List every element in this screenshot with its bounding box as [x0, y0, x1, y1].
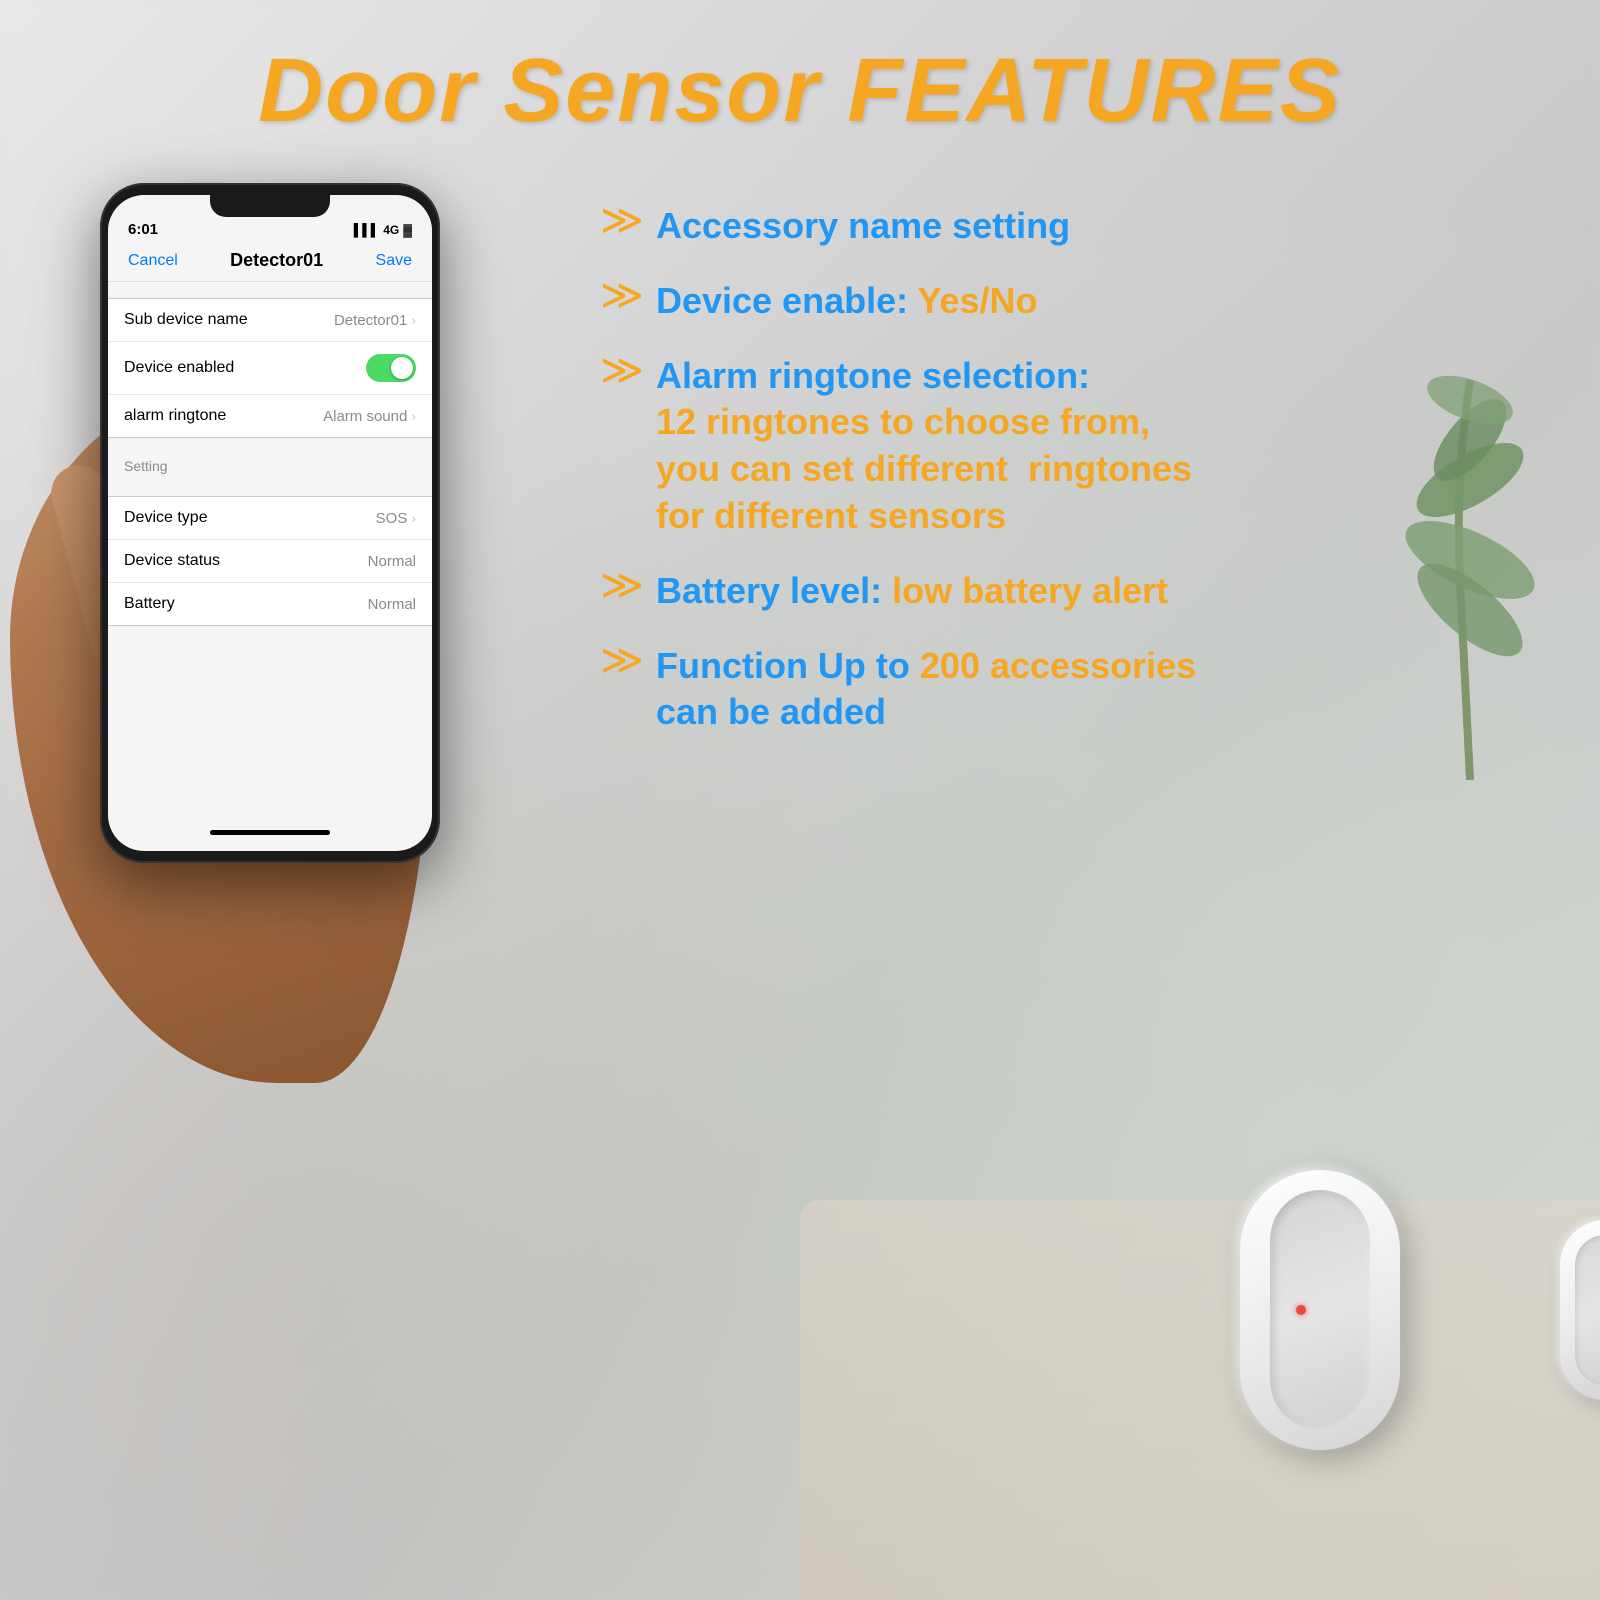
screen-title: Detector01 — [230, 250, 323, 271]
feature-text-5: Function Up to 200 accessoriescan be add… — [656, 643, 1196, 737]
content-area: 6:01 ▌▌▌ 4G ▓ Cancel Detector01 Save — [0, 163, 1600, 1103]
settings-list: Sub device name Detector01 › Device enab… — [108, 298, 432, 626]
alarm-ringtone-row[interactable]: alarm ringtone Alarm sound › — [108, 395, 432, 437]
battery-label: Battery — [124, 595, 175, 613]
feature-item-1: ≫ Accessory name setting — [600, 203, 1560, 250]
alarm-ringtone-value: Alarm sound › — [323, 408, 416, 425]
alarm-ringtone-label: alarm ringtone — [124, 407, 226, 425]
sub-device-name-label: Sub device name — [124, 311, 248, 329]
phone-section: 6:01 ▌▌▌ 4G ▓ Cancel Detector01 Save — [40, 183, 560, 1083]
sensor-section: ‹ — [1240, 1170, 1540, 1520]
feature-arrow-2: ≫ — [600, 274, 644, 316]
signal-bars-icon: ▌▌▌ — [354, 223, 380, 237]
sensor-main-body — [1240, 1170, 1400, 1450]
feature-item-3: ≫ Alarm ringtone selection: 12 ringtones… — [600, 353, 1560, 540]
feature-item-5: ≫ Function Up to 200 accessoriescan be a… — [600, 643, 1560, 737]
feature-arrow-5: ≫ — [600, 639, 644, 681]
setting-section-label: Setting — [108, 438, 432, 480]
feature-arrow-4: ≫ — [600, 564, 644, 606]
feature-item-2: ≫ Device enable: Yes/No — [600, 278, 1560, 325]
device-status-value: Normal — [368, 553, 416, 570]
feature-text-4: Battery level: low battery alert — [656, 568, 1168, 615]
phone-device: 6:01 ▌▌▌ 4G ▓ Cancel Detector01 Save — [100, 183, 440, 863]
device-enabled-label: Device enabled — [124, 359, 234, 377]
hand-phone-container: 6:01 ▌▌▌ 4G ▓ Cancel Detector01 Save — [40, 183, 560, 1083]
network-type: 4G — [383, 223, 399, 237]
home-indicator — [210, 830, 330, 835]
device-status-label: Device status — [124, 552, 220, 570]
phone-notch — [210, 195, 330, 217]
feature-text-2: Device enable: Yes/No — [656, 278, 1038, 325]
sensor-small-inner — [1575, 1235, 1600, 1385]
chevron-right-icon-2: › — [411, 408, 416, 424]
feature-text-1: Accessory name setting — [656, 203, 1070, 250]
save-button[interactable]: Save — [376, 252, 412, 270]
device-type-value: SOS › — [376, 510, 416, 527]
cancel-button[interactable]: Cancel — [128, 252, 178, 270]
settings-group-2: Device type SOS › Device status Normal B — [108, 496, 432, 626]
sensor-groove — [1270, 1190, 1370, 1430]
battery-icon: ▓ — [403, 223, 412, 237]
toggle-thumb — [391, 357, 413, 379]
nav-bar: Cancel Detector01 Save — [108, 240, 432, 282]
feature-text-3: Alarm ringtone selection: 12 ringtones t… — [656, 353, 1192, 540]
sensor-led — [1296, 1305, 1306, 1315]
feature-arrow-1: ≫ — [600, 199, 644, 241]
device-enabled-row[interactable]: Device enabled — [108, 342, 432, 395]
feature-item-4: ≫ Battery level: low battery alert — [600, 568, 1560, 615]
feature-arrow-3: ≫ — [600, 349, 644, 391]
sub-device-name-row[interactable]: Sub device name Detector01 › — [108, 299, 432, 342]
sub-device-name-value: Detector01 › — [334, 312, 416, 329]
chevron-right-icon-3: › — [411, 510, 416, 526]
battery-row: Battery Normal — [108, 583, 432, 625]
status-bar: 6:01 ▌▌▌ 4G ▓ — [108, 217, 432, 240]
features-section: ≫ Accessory name setting ≫ Device enable… — [600, 183, 1560, 784]
settings-group-1: Sub device name Detector01 › Device enab… — [108, 298, 432, 438]
device-type-row[interactable]: Device type SOS › — [108, 497, 432, 540]
time-display: 6:01 — [128, 221, 158, 238]
page-title: Door Sensor FEATURES — [0, 0, 1600, 163]
device-enabled-toggle[interactable] — [366, 354, 416, 382]
chevron-right-icon: › — [411, 312, 416, 328]
signal-display: ▌▌▌ 4G ▓ — [354, 223, 412, 237]
phone-screen: 6:01 ▌▌▌ 4G ▓ Cancel Detector01 Save — [108, 195, 432, 851]
device-type-label: Device type — [124, 509, 208, 527]
sensor-small-body: ‹ — [1560, 1220, 1600, 1400]
battery-value: Normal — [368, 596, 416, 613]
device-status-row: Device status Normal — [108, 540, 432, 583]
